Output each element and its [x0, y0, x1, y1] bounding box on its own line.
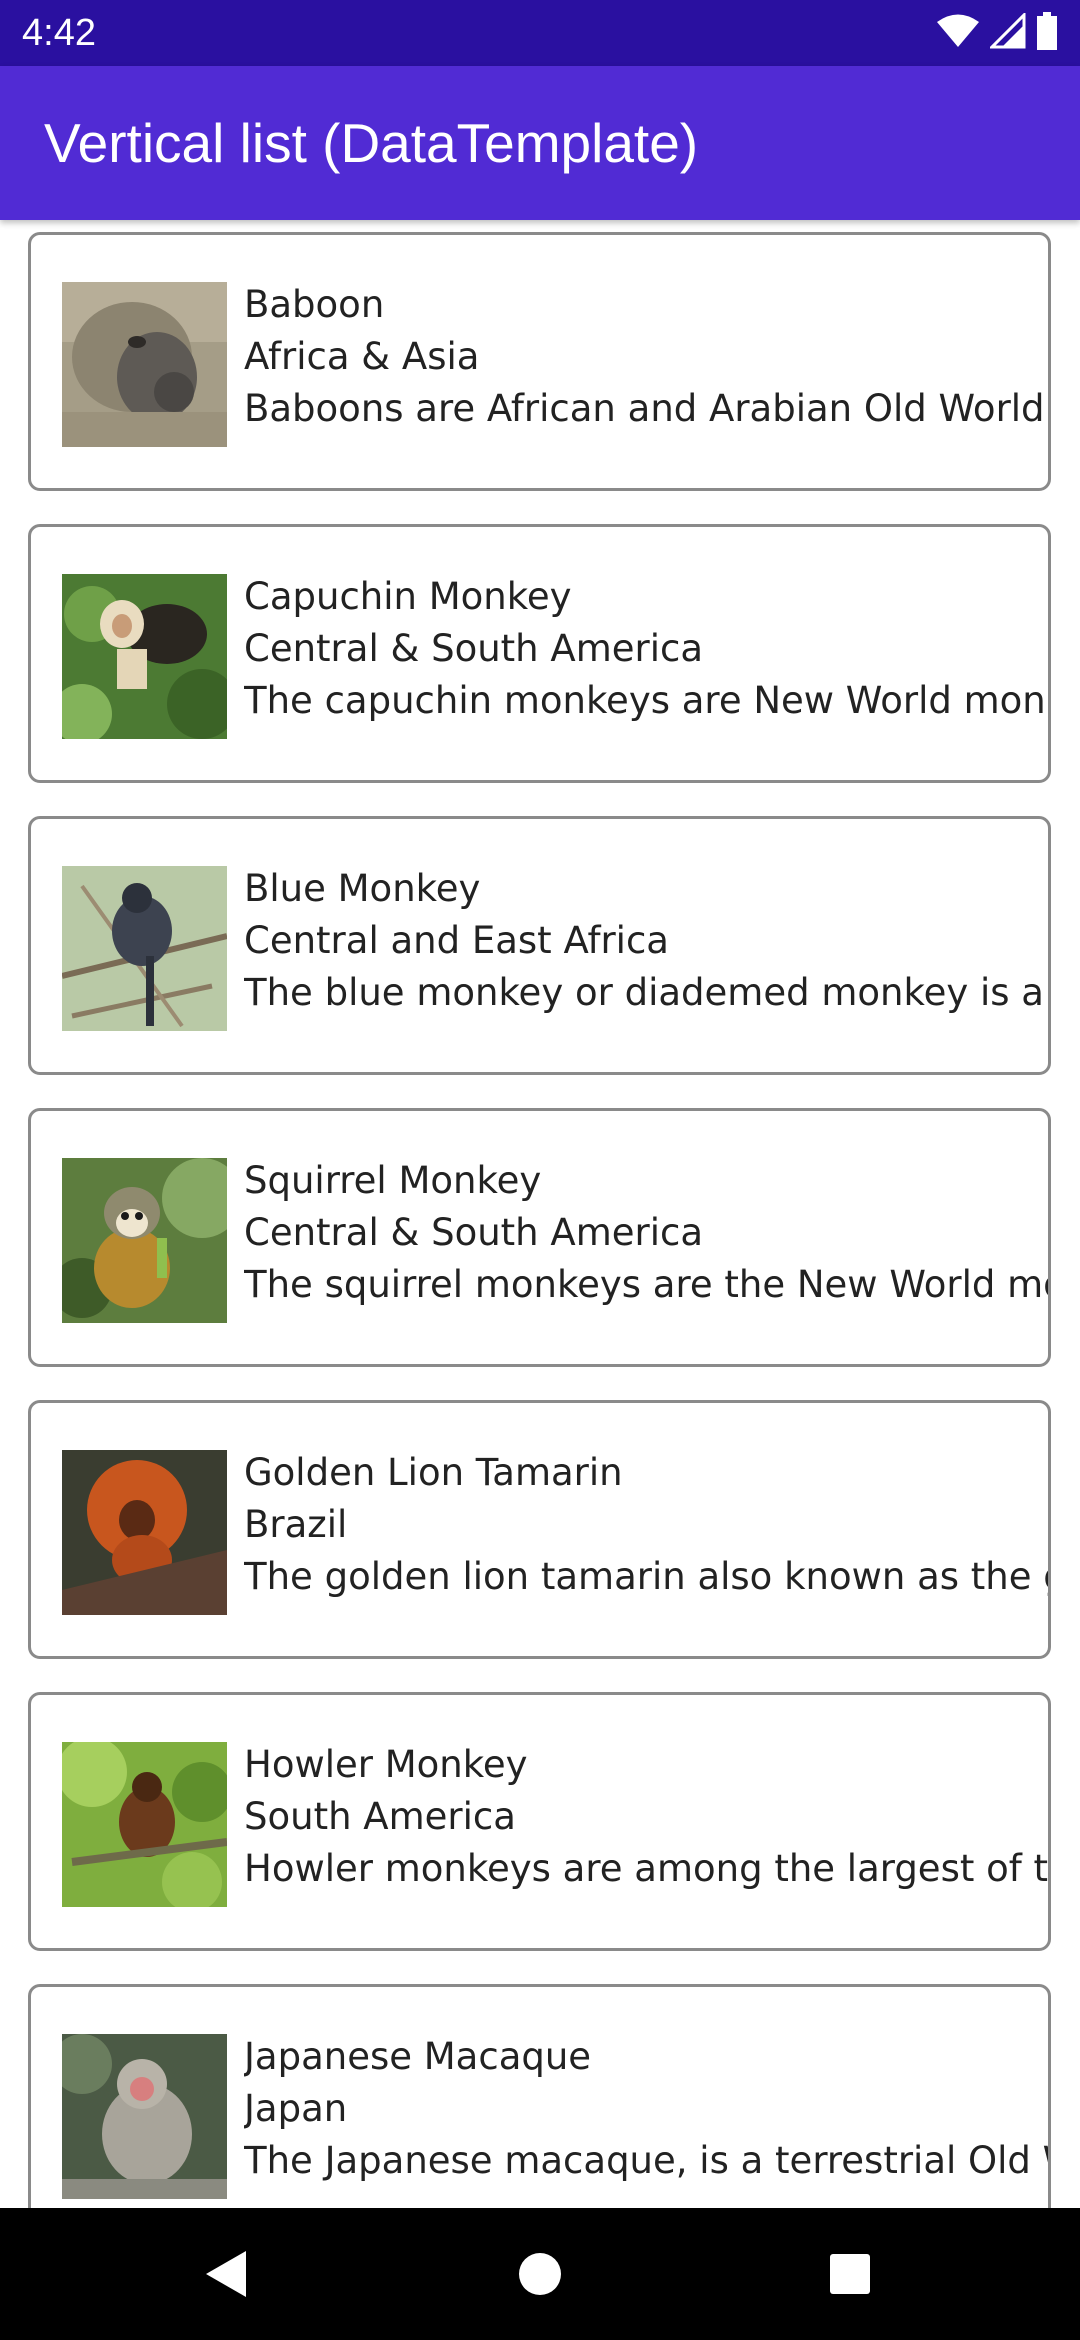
capuchin-monkey-photo: [62, 574, 227, 739]
list-item[interactable]: Capuchin Monkey Central & South America …: [28, 524, 1051, 783]
item-name: Capuchin Monkey: [244, 575, 572, 618]
item-details: The blue monkey or diademed monkey is a …: [244, 971, 1048, 1014]
japanese-macaque-photo: [62, 2034, 227, 2199]
status-bar: 4:42: [0, 0, 1080, 66]
list-item[interactable]: Blue Monkey Central and East Africa The …: [28, 816, 1051, 1075]
item-details: Howler monkeys are among the largest of …: [244, 1847, 1048, 1890]
list-item[interactable]: Golden Lion Tamarin Brazil The golden li…: [28, 1400, 1051, 1659]
squirrel-monkey-photo: [62, 1158, 227, 1323]
golden-lion-tamarin-photo: [62, 1450, 227, 1615]
baboon-photo: [62, 282, 227, 447]
item-text: Squirrel Monkey Central & South America …: [244, 1155, 1048, 1311]
howler-monkey-photo: [62, 1742, 227, 1907]
item-name: Baboon: [244, 283, 385, 326]
back-icon[interactable]: [195, 2244, 255, 2304]
item-name: Howler Monkey: [244, 1743, 528, 1786]
monkey-list[interactable]: Baboon Africa & Asia Baboons are African…: [0, 220, 1080, 2208]
item-location: Brazil: [244, 1503, 348, 1546]
item-name: Blue Monkey: [244, 867, 481, 910]
item-location: Central & South America: [244, 1211, 704, 1254]
item-details: The capuchin monkeys are New World monke: [244, 679, 1048, 722]
list-item[interactable]: Howler Monkey South America Howler monke…: [28, 1692, 1051, 1951]
item-location: Central & South America: [244, 627, 704, 670]
item-text: Howler Monkey South America Howler monke…: [244, 1739, 1048, 1895]
item-name: Golden Lion Tamarin: [244, 1451, 623, 1494]
list-item[interactable]: Baboon Africa & Asia Baboons are African…: [28, 232, 1051, 491]
status-icons: [936, 11, 1058, 54]
item-text: Golden Lion Tamarin Brazil The golden li…: [244, 1447, 1048, 1603]
home-icon[interactable]: [510, 2244, 570, 2304]
blue-monkey-photo: [62, 866, 227, 1031]
item-details: The Japanese macaque, is a terrestrial O…: [244, 2139, 1048, 2182]
system-nav-bar: [0, 2208, 1080, 2340]
cell-signal-icon: [988, 11, 1026, 53]
list-item[interactable]: Japanese Macaque Japan The Japanese maca…: [28, 1984, 1051, 2208]
item-text: Blue Monkey Central and East Africa The …: [244, 863, 1048, 1019]
status-time: 4:42: [22, 12, 96, 54]
item-location: Africa & Asia: [244, 335, 480, 378]
item-location: Japan: [244, 2087, 348, 2130]
app-bar: Vertical list (DataTemplate): [0, 66, 1080, 220]
battery-icon: [1036, 12, 1058, 54]
wifi-icon: [936, 13, 980, 53]
item-text: Capuchin Monkey Central & South America …: [244, 571, 1048, 727]
item-name: Squirrel Monkey: [244, 1159, 542, 1202]
item-name: Japanese Macaque: [244, 2035, 592, 2078]
recents-icon[interactable]: [820, 2244, 880, 2304]
item-location: Central and East Africa: [244, 919, 669, 962]
item-location: South America: [244, 1795, 516, 1838]
item-details: The squirrel monkeys are the New World m…: [244, 1263, 1048, 1306]
item-details: The golden lion tamarin also known as th…: [244, 1555, 1048, 1598]
item-details: Baboons are African and Arabian Old Worl…: [244, 387, 1048, 430]
list-item[interactable]: Squirrel Monkey Central & South America …: [28, 1108, 1051, 1367]
item-text: Japanese Macaque Japan The Japanese maca…: [244, 2031, 1048, 2187]
item-text: Baboon Africa & Asia Baboons are African…: [244, 279, 1048, 435]
page-title: Vertical list (DataTemplate): [44, 112, 699, 174]
